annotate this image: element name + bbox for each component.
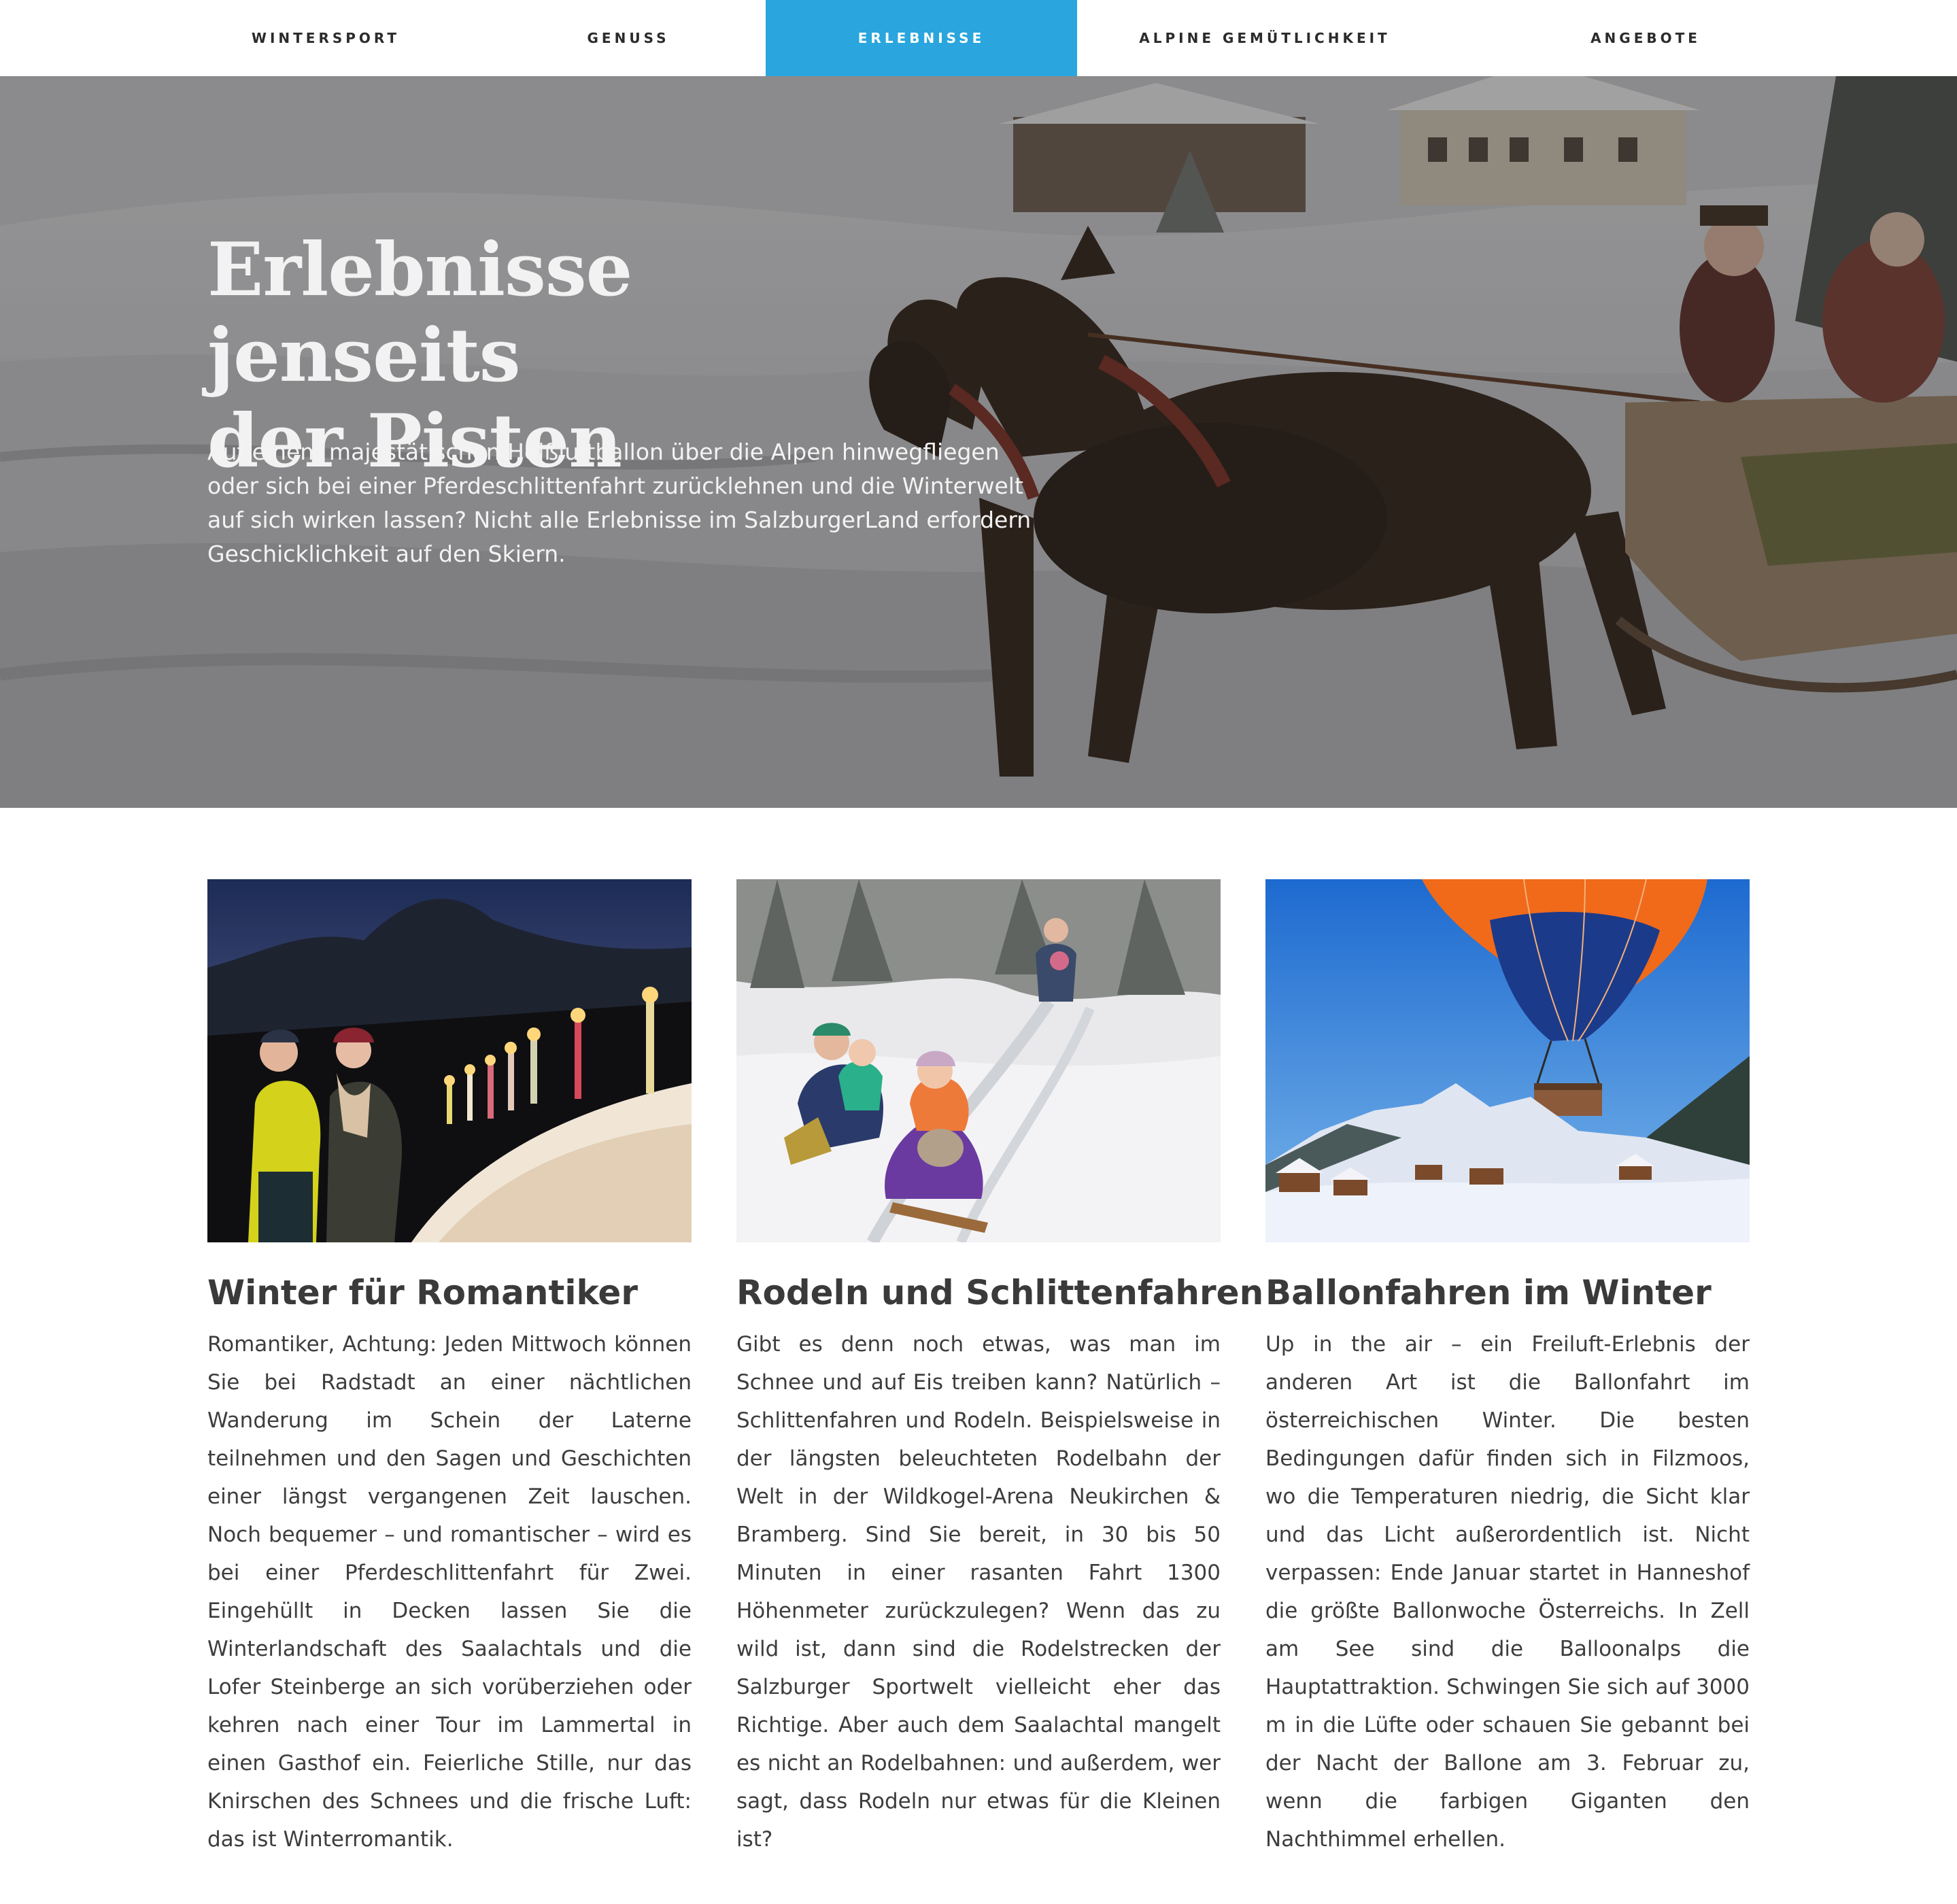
sledding-photo (736, 879, 1221, 1242)
card-text: Gibt es denn noch etwas, was man im Schn… (736, 1332, 1221, 1852)
torch-walk-photo (207, 879, 692, 1242)
hero-title-line-1: Erlebnisse jenseits (207, 227, 632, 398)
card-title[interactable]: Rodeln und Schlittenfahren (736, 1271, 1263, 1314)
hero-intro-text: Auf einem majestätischen Heißluftballon … (207, 439, 1032, 567)
nav-item-wintersport[interactable]: WINTERSPORT (206, 0, 445, 76)
card-image-torch-walk[interactable] (207, 879, 692, 1242)
hero-banner: Erlebnisse jenseits der Pisten Auf einem… (0, 76, 1957, 808)
card-rodeln: Rodeln und Schlittenfahren Gibt es denn … (736, 879, 1263, 1858)
card-title[interactable]: Winter für Romantiker (207, 1271, 692, 1314)
nav-item-alpine-gemuetlichkeit[interactable]: ALPINE GEMÜTLICHKEIT (1088, 0, 1442, 76)
nav-item-erlebnisse[interactable]: ERLEBNISSE (766, 0, 1077, 76)
main-navigation: WINTERSPORT GENUSS ERLEBNISSE ALPINE GEM… (0, 0, 1957, 76)
card-text: Romantiker, Achtung: Jeden Mittwoch könn… (207, 1332, 692, 1852)
card-title[interactable]: Ballonfahren im Winter (1265, 1271, 1750, 1314)
card-text: Up in the air – ein Freiluft-Erlebnis de… (1265, 1332, 1750, 1852)
card-winter-romantiker: Winter für Romantiker Romantiker, Achtun… (207, 879, 692, 1858)
card-image-hot-air-balloon[interactable] (1265, 879, 1750, 1242)
card-image-sledding[interactable] (736, 879, 1221, 1242)
card-ballonfahren: Ballonfahren im Winter Up in the air – e… (1265, 879, 1750, 1858)
nav-item-angebote[interactable]: ANGEBOTE (1523, 0, 1768, 76)
nav-item-genuss[interactable]: GENUSS (509, 0, 748, 76)
balloon-photo (1265, 879, 1750, 1242)
